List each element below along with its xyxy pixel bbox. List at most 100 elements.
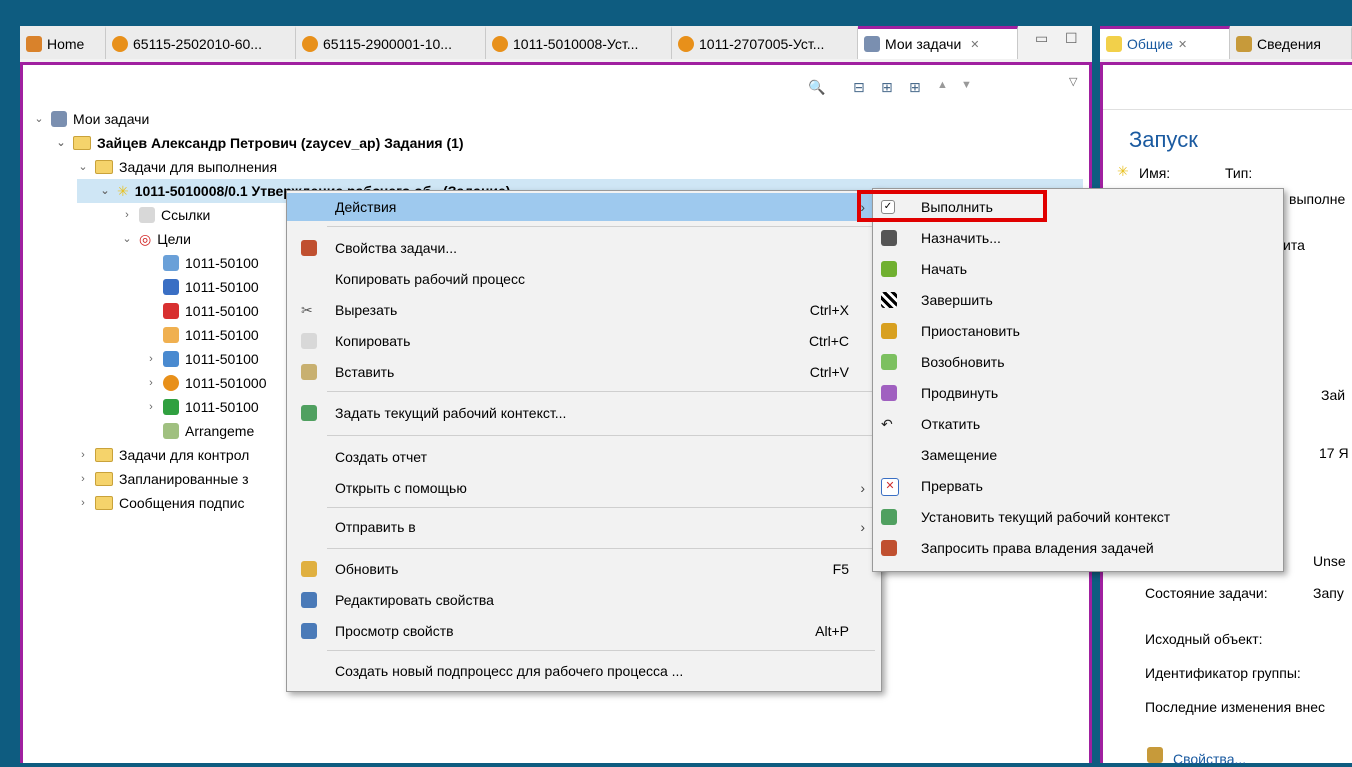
tab-home[interactable]: Home xyxy=(20,26,106,59)
tab-my-tasks[interactable]: Мои задачи ✕ xyxy=(858,26,1018,59)
submenu-item-resume[interactable]: Возобновить xyxy=(873,348,1283,376)
chevron-down-icon[interactable]: ⌄ xyxy=(33,107,45,131)
menu-item-copy[interactable]: Копировать Ctrl+C xyxy=(287,327,881,355)
panel-toolbar-strip xyxy=(1103,65,1352,110)
submenu-item-suspend[interactable]: Приостановить xyxy=(873,317,1283,345)
chevron-right-icon[interactable]: › xyxy=(77,467,89,491)
tree-user[interactable]: ⌄ Зайцев Александр Петрович (zaycev_ap) … xyxy=(55,131,464,155)
chevron-down-icon[interactable]: ⌄ xyxy=(99,179,111,203)
up-arrow-icon[interactable]: ▲ xyxy=(937,79,948,91)
tab-document-4[interactable]: 1011-2707005-Уст... xyxy=(672,26,858,59)
finish-flag-icon xyxy=(881,292,897,308)
tree-item[interactable]: Arrangeme xyxy=(163,419,254,443)
star-icon xyxy=(1106,36,1122,52)
shortcut: Ctrl+X xyxy=(809,302,849,318)
menu-label: Задать текущий рабочий контекст... xyxy=(335,405,567,421)
menu-item-copy-workflow[interactable]: Копировать рабочий процесс xyxy=(287,265,881,293)
tab-label: Home xyxy=(47,36,85,52)
chevron-right-icon[interactable]: › xyxy=(145,347,157,371)
submenu-item-assign[interactable]: Назначить... xyxy=(873,224,1283,252)
expand-all-icon[interactable]: ⊞ xyxy=(909,79,921,96)
chevron-right-icon[interactable]: › xyxy=(77,443,89,467)
chevron-down-icon[interactable]: ⌄ xyxy=(121,227,133,251)
menu-item-send-to[interactable]: Отправить в › xyxy=(287,513,881,541)
menu-item-cut[interactable]: ✂ Вырезать Ctrl+X xyxy=(287,296,881,324)
tree-goals[interactable]: ⌄ ◎ Цели xyxy=(121,227,191,251)
tree-folder[interactable]: › Задачи для контрол xyxy=(77,443,249,467)
menu-label: Открыть с помощью xyxy=(335,480,467,496)
part-icon xyxy=(492,36,508,52)
submenu-item-set-context[interactable]: Установить текущий рабочий контекст xyxy=(873,503,1283,531)
expand-icon[interactable]: ⊞ xyxy=(881,79,893,96)
menu-label: Копировать xyxy=(335,333,411,349)
tasks-icon xyxy=(864,36,880,52)
tree-links[interactable]: › Ссылки xyxy=(121,203,210,227)
tree-item[interactable]: › 1011-501000 xyxy=(145,371,266,395)
document-lock-icon xyxy=(112,36,128,52)
tree-item[interactable]: 1011-50100 xyxy=(163,251,259,275)
tree-folder[interactable]: › Запланированные з xyxy=(77,467,248,491)
collapse-all-icon[interactable]: ⊟ xyxy=(853,79,865,96)
tab-general[interactable]: Общие ✕ xyxy=(1100,26,1230,59)
tab-details[interactable]: Сведения xyxy=(1230,26,1352,59)
submenu-item-substitution[interactable]: Замещение xyxy=(873,441,1283,469)
pdf-icon xyxy=(163,303,179,319)
tree-label: 1011-50100 xyxy=(185,279,259,295)
submenu-item-promote[interactable]: Продвинуть xyxy=(873,379,1283,407)
menu-label: Назначить... xyxy=(921,230,1001,246)
tree-item[interactable]: 1011-50100 xyxy=(163,299,259,323)
status-value: Unse xyxy=(1313,553,1346,569)
search-icon[interactable]: 🔍 xyxy=(808,79,825,96)
tab-document-2[interactable]: 65115-2900001-10... xyxy=(296,26,486,59)
menu-item-paste[interactable]: Вставить Ctrl+V xyxy=(287,358,881,386)
tree-item[interactable]: 1011-50100 xyxy=(163,275,259,299)
chevron-down-icon[interactable]: ⌄ xyxy=(55,131,67,155)
menu-item-create-report[interactable]: Создать отчет xyxy=(287,443,881,471)
section-title: Запуск xyxy=(1129,127,1198,152)
menu-item-actions[interactable]: Действия › xyxy=(287,193,881,221)
tab-document-1[interactable]: 65115-2502010-60... xyxy=(106,26,296,59)
tree-folder[interactable]: › Сообщения подпис xyxy=(77,491,244,515)
promote-icon xyxy=(881,385,897,401)
menu-item-refresh[interactable]: Обновить F5 xyxy=(287,555,881,583)
minimize-button[interactable]: ▭ xyxy=(1035,30,1048,47)
tree-item[interactable]: 1011-50100 xyxy=(163,323,259,347)
tree-label: 1011-50100 xyxy=(185,255,259,271)
menu-item-edit-properties[interactable]: Редактировать свойства xyxy=(287,586,881,614)
menu-label: Редактировать свойства xyxy=(335,592,494,608)
traffic-light-icon xyxy=(881,323,897,339)
menu-item-create-subprocess[interactable]: Создать новый подпроцесс для рабочего пр… xyxy=(287,657,881,685)
tree-root[interactable]: ⌄ Мои задачи xyxy=(33,107,149,131)
tree-label: Зайцев Александр Петрович (zaycev_ap) За… xyxy=(97,135,464,151)
menu-item-task-properties[interactable]: Свойства задачи... xyxy=(287,234,881,262)
properties-link[interactable]: Свойства... xyxy=(1173,751,1246,767)
view-menu-icon[interactable]: ▽ xyxy=(1069,75,1077,88)
menu-label: Замещение xyxy=(921,447,998,463)
word-document-icon xyxy=(163,279,179,295)
submenu-item-request-ownership[interactable]: Запросить права владения задачей xyxy=(873,534,1283,562)
down-arrow-icon[interactable]: ▼ xyxy=(961,79,972,91)
folder-icon xyxy=(73,136,91,150)
submenu-item-finish[interactable]: Завершить xyxy=(873,286,1283,314)
actions-submenu: ✓ Выполнить Назначить... Начать Завершить… xyxy=(872,188,1284,572)
submenu-item-rollback[interactable]: ↶ Откатить xyxy=(873,410,1283,438)
chevron-right-icon[interactable]: › xyxy=(145,395,157,419)
tab-document-3[interactable]: 1011-5010008-Уст... xyxy=(486,26,672,59)
chevron-right-icon[interactable]: › xyxy=(77,491,89,515)
close-icon[interactable]: ✕ xyxy=(970,38,979,51)
menu-label: Начать xyxy=(921,261,968,277)
menu-item-set-context[interactable]: Задать текущий рабочий контекст... xyxy=(287,399,881,427)
submenu-item-start[interactable]: Начать xyxy=(873,255,1283,283)
chevron-down-icon[interactable]: ⌄ xyxy=(77,155,89,179)
menu-item-view-properties[interactable]: Просмотр свойств Alt+P xyxy=(287,617,881,645)
submenu-item-abort[interactable]: ✕ Прервать xyxy=(873,472,1283,500)
chevron-right-icon[interactable]: › xyxy=(121,203,133,227)
tree-folder-exec[interactable]: ⌄ Задачи для выполнения xyxy=(77,155,277,179)
tree-item[interactable]: › 1011-50100 xyxy=(145,395,259,419)
task-state-label: Состояние задачи: xyxy=(1145,585,1268,601)
maximize-button[interactable]: ☐ xyxy=(1065,30,1078,47)
menu-item-open-with[interactable]: Открыть с помощью › xyxy=(287,474,881,502)
tree-item[interactable]: › 1011-50100 xyxy=(145,347,259,371)
close-icon[interactable]: ✕ xyxy=(1178,38,1187,51)
chevron-right-icon[interactable]: › xyxy=(145,371,157,395)
